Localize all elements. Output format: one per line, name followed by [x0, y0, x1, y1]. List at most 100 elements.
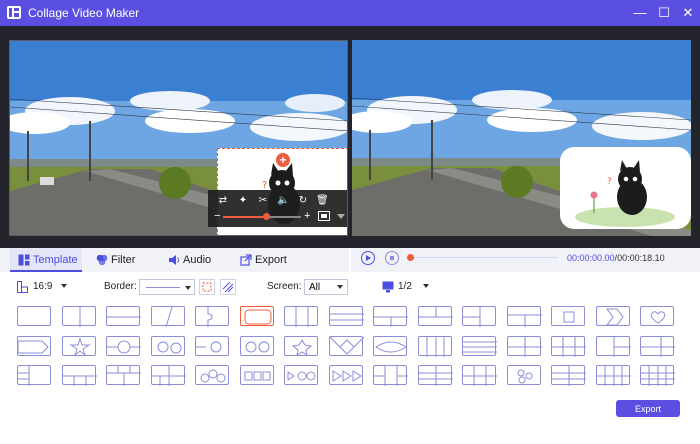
template-split-3-vertical[interactable] — [284, 306, 318, 327]
template-heart[interactable] — [640, 306, 674, 326]
aspect-ratio-dropdown[interactable]: 16:9 — [33, 276, 67, 298]
template-diagonal-2[interactable] — [150, 306, 185, 327]
template-grid-6-mixed[interactable] — [373, 365, 408, 386]
screen-value: All — [309, 282, 321, 293]
title-bar: Collage Video Maker — ☐ ✕ — [0, 0, 700, 26]
close-button[interactable]: ✕ — [679, 4, 697, 22]
template-thumbnail — [62, 375, 97, 386]
scissors-icon[interactable]: ✂ — [257, 195, 269, 207]
template-thumbnail — [244, 371, 270, 381]
template-thumbnail — [287, 371, 316, 381]
stop-button[interactable] — [385, 251, 399, 265]
template-three-squares[interactable] — [239, 365, 274, 385]
template-thumbnail — [107, 366, 141, 386]
template-grid-2-mixed[interactable] — [640, 335, 675, 357]
maximize-button[interactable]: ☐ — [655, 4, 673, 22]
add-icon[interactable]: + — [276, 153, 290, 167]
template-square-center[interactable] — [551, 306, 585, 326]
template-thumbnail — [165, 307, 172, 327]
template-eye[interactable] — [373, 335, 407, 356]
tab-template[interactable]: Template — [10, 248, 82, 272]
page-value: 1/2 — [398, 281, 412, 292]
template-split-3-horizontal[interactable] — [328, 306, 364, 326]
app-title: Collage Video Maker — [28, 6, 140, 20]
zoom-out-icon[interactable]: − — [214, 210, 220, 222]
template-star[interactable] — [61, 335, 96, 356]
template-grid-3-top[interactable] — [106, 365, 141, 386]
template-diamond-cross[interactable] — [328, 335, 364, 356]
template-ribbon[interactable] — [17, 335, 51, 356]
template-grid-3x4[interactable] — [640, 365, 675, 386]
template-star-burst[interactable] — [284, 335, 318, 356]
template-two-circles[interactable] — [150, 335, 185, 356]
volume-icon[interactable]: 🔈 — [277, 195, 289, 207]
magic-wand-icon[interactable]: ✦ — [237, 195, 249, 207]
template-grid-6-horizontal[interactable] — [462, 365, 497, 386]
template-split-2-horizontal[interactable] — [106, 306, 141, 326]
template-dots-four[interactable] — [506, 365, 541, 385]
aspect-fit-icon[interactable] — [318, 211, 330, 221]
template-bottom-3[interactable] — [61, 365, 97, 386]
template-thumbnail — [107, 316, 141, 318]
template-grid-6-mixed-2[interactable] — [551, 365, 586, 386]
template-thumbnail — [563, 311, 575, 323]
template-thumbnail — [375, 341, 407, 352]
total-time: 00:00:18.10 — [617, 253, 665, 263]
filter-icon — [96, 254, 108, 266]
template-thumbnail — [650, 311, 666, 324]
template-split-2-vertical[interactable] — [61, 306, 96, 327]
border-color-button[interactable] — [199, 279, 215, 295]
template-thumbnail — [418, 307, 453, 318]
timeline-slider[interactable] — [407, 254, 558, 261]
zoom-slider-handle[interactable] — [262, 213, 270, 220]
template-grid-4-mixed[interactable] — [150, 365, 186, 386]
cat-illustration: ? — [575, 160, 675, 227]
border-pattern-button[interactable] — [220, 279, 236, 295]
template-circle-gear[interactable] — [195, 335, 229, 356]
monitor-icon — [382, 281, 394, 293]
template-arrow-right[interactable] — [595, 306, 630, 326]
tab-audio[interactable]: Audio — [166, 248, 216, 272]
swap-icon[interactable]: ⇄ — [217, 195, 229, 207]
template-thumbnail — [18, 307, 52, 327]
tab-filter[interactable]: Filter — [94, 248, 144, 272]
template-single[interactable] — [17, 306, 51, 326]
template-arrows-forward[interactable] — [328, 365, 363, 385]
template-grid-2x3[interactable] — [551, 335, 586, 357]
zoom-in-icon[interactable]: + — [304, 210, 310, 222]
trash-icon[interactable]: 🗑 — [316, 195, 329, 207]
template-grid-8[interactable] — [595, 365, 631, 386]
template-circles-play[interactable] — [284, 365, 318, 385]
template-split-2-with-top-left[interactable] — [462, 306, 496, 327]
template-rounded-single-selected[interactable] — [239, 306, 274, 326]
rotate-icon[interactable]: ↻ — [297, 195, 309, 207]
template-split-tee[interactable] — [506, 306, 542, 327]
template-grid-3-mixed[interactable] — [595, 335, 631, 357]
template-grid-2x2[interactable] — [506, 335, 542, 357]
template-split-4-vertical[interactable] — [417, 335, 452, 357]
template-thumbnail — [196, 341, 222, 352]
template-two-circles-horizontal[interactable] — [239, 335, 274, 356]
play-button[interactable] — [361, 251, 375, 265]
template-left-strip-3[interactable] — [17, 365, 51, 386]
template-grid-6-vertical[interactable] — [417, 365, 453, 386]
minimize-button[interactable]: — — [631, 4, 649, 22]
preview-pane-left[interactable]: ? + ⇄ ✦ ✂ 🔈 ↻ 🗑 − + — [9, 40, 348, 236]
template-thumbnail — [552, 366, 586, 386]
template-split-2-with-top[interactable] — [417, 306, 453, 326]
template-three-circles[interactable] — [195, 365, 229, 385]
template-circle-center[interactable] — [106, 335, 141, 356]
export-button[interactable]: Export — [616, 400, 680, 417]
tab-export[interactable]: Export — [238, 248, 288, 272]
template-split-4-horizontal[interactable] — [462, 335, 497, 356]
template-thumbnail — [463, 366, 497, 386]
page-dropdown[interactable]: 1/2 — [398, 276, 430, 298]
border-style-dropdown[interactable] — [139, 279, 195, 295]
zoom-slider[interactable] — [223, 213, 301, 220]
timeline-handle[interactable] — [407, 254, 414, 261]
template-puzzle-2[interactable] — [195, 306, 229, 327]
template-grid-2x2-right[interactable] — [373, 306, 408, 327]
screen-dropdown[interactable]: All — [304, 279, 348, 295]
divider — [349, 248, 351, 272]
collapse-toolbar-icon[interactable] — [337, 214, 345, 219]
